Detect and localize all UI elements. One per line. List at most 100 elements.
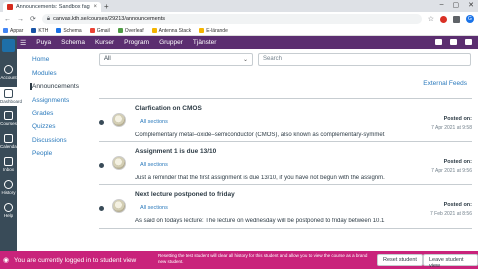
minimize-icon[interactable]: – <box>440 1 444 9</box>
history-icon <box>4 180 13 189</box>
course-bar-kurser[interactable]: Kurser <box>91 39 118 46</box>
announcement-title[interactable]: Assignment 1 is due 13/10 <box>135 148 216 155</box>
antenna-icon <box>151 28 157 33</box>
author-avatar <box>112 156 126 170</box>
global-nav-calendar[interactable]: Calendar <box>0 134 18 149</box>
hamburger-menu-icon[interactable]: ☰ <box>20 39 26 47</box>
kth-logo-icon[interactable] <box>2 39 15 52</box>
account-icon <box>4 65 13 74</box>
course-bar-grupper[interactable]: Grupper <box>155 39 187 46</box>
course-nav-people[interactable]: People <box>32 150 52 157</box>
folder-icon <box>199 28 205 33</box>
url-field[interactable]: 🔒︎ canvas.kth.se/courses/29213/announcem… <box>41 14 422 24</box>
dashboard-icon <box>4 89 13 98</box>
bookmark-star-icon[interactable]: ☆ <box>428 15 434 23</box>
gmail-icon <box>89 28 95 33</box>
student-view-icon: ◉ <box>3 257 10 264</box>
announcement-section: All sections <box>140 205 168 211</box>
leave-student-view-button[interactable]: Leave student view <box>423 254 478 269</box>
announcement-item[interactable]: Next lecture postponed to friday All sec… <box>99 184 472 229</box>
posted-date: 7 Feb 2021 at 8:56 <box>430 211 472 217</box>
reload-icon[interactable]: ⟳ <box>30 15 36 23</box>
calendar-icon <box>4 134 13 143</box>
reset-note: Resetting the test student will clear al… <box>158 253 368 264</box>
global-nav-help[interactable]: Help <box>0 203 17 218</box>
chevron-down-icon: ⌄ <box>242 57 248 63</box>
posted-label: Posted on: <box>443 202 472 208</box>
course-nav: Home Modules Announcements Assignments G… <box>17 49 92 249</box>
announcement-item[interactable]: Assignment 1 is due 13/10 All sections J… <box>99 141 472 184</box>
course-nav-discussions[interactable]: Discussions <box>32 137 67 144</box>
bookmark-gmail[interactable]: Gmail <box>89 28 110 34</box>
course-header-bar: ☰ Puya Schema Kurser Program Grupper Tjä… <box>17 36 478 49</box>
student-view-text: You are currently logged in to student v… <box>14 257 137 264</box>
extension-icon[interactable] <box>440 15 447 23</box>
announcement-item[interactable]: Clarfication on CMOS All sections Comple… <box>99 98 472 141</box>
course-bar-puya[interactable]: Puya <box>32 39 55 46</box>
filter-selected-value: All <box>104 56 111 62</box>
tab-title: Announcements: Sandbox fagh <box>16 4 91 10</box>
close-window-icon[interactable]: ✕ <box>468 1 474 9</box>
announcement-message: As said on todays lecture: The lecture o… <box>135 218 385 224</box>
external-feeds-link[interactable]: External Feeds <box>423 80 467 87</box>
browser-tab-bar: Announcements: Sandbox fagh × + – ▢ ✕ <box>0 0 478 12</box>
course-nav-grades[interactable]: Grades <box>32 110 53 117</box>
unread-indicator-icon <box>99 206 104 211</box>
notifications-icon[interactable] <box>450 39 457 45</box>
close-tab-icon[interactable]: × <box>93 4 97 10</box>
extension-icon[interactable] <box>453 15 460 23</box>
new-tab-icon[interactable]: + <box>104 2 109 11</box>
announcement-title[interactable]: Clarfication on CMOS <box>135 105 202 112</box>
course-bar-schema[interactable]: Schema <box>57 39 89 46</box>
announcement-message: Just a reminder that the first assignmen… <box>135 175 385 181</box>
window-controls: – ▢ ✕ <box>440 1 474 9</box>
bookmark-kth[interactable]: KTH <box>31 28 48 34</box>
bookmark-schema[interactable]: Schema <box>56 28 82 34</box>
search-input[interactable]: Search <box>258 53 471 66</box>
global-nav-dashboard[interactable]: Dashboard <box>0 87 22 106</box>
announcement-message: Complementary metal–oxide–semiconductor … <box>135 132 385 138</box>
lock-icon: 🔒︎ <box>46 15 51 22</box>
inbox-icon <box>4 157 13 166</box>
profile-avatar[interactable]: G <box>466 15 474 23</box>
posted-date: 7 Apr 2021 at 9:58 <box>431 125 472 131</box>
help-icon <box>4 203 13 212</box>
reset-student-button[interactable]: Reset student <box>377 254 423 266</box>
url-text: canvas.kth.se/courses/29213/announcement… <box>53 16 165 22</box>
student-view-bar: ◉ You are currently logged in to student… <box>0 251 478 269</box>
announcement-section: All sections <box>140 119 168 125</box>
course-nav-assignments[interactable]: Assignments <box>32 97 69 104</box>
bookmark-overleaf[interactable]: Overleaf <box>117 28 144 34</box>
announcement-section: All sections <box>140 162 168 168</box>
section-filter-select[interactable]: All ⌄ <box>99 53 253 66</box>
posted-date: 7 Apr 2021 at 9:56 <box>431 168 472 174</box>
posted-label: Posted on: <box>443 116 472 122</box>
global-nav-account[interactable]: Account <box>0 65 17 80</box>
global-nav-history[interactable]: History <box>0 180 17 195</box>
back-icon[interactable]: ← <box>4 16 11 23</box>
messages-icon[interactable] <box>435 39 442 45</box>
announcement-title[interactable]: Next lecture postponed to friday <box>135 191 235 198</box>
bookmark-antenna-stack[interactable]: Antenna Stack <box>151 28 191 34</box>
global-nav-courses[interactable]: Courses <box>0 111 17 126</box>
overleaf-icon <box>117 28 123 33</box>
bookmark-apps[interactable]: Appar <box>3 28 23 34</box>
maximize-icon[interactable]: ▢ <box>453 1 460 9</box>
course-nav-modules[interactable]: Modules <box>32 70 57 77</box>
bookmarks-bar: Appar KTH Schema Gmail Overleaf Antenna … <box>0 26 478 36</box>
course-bar-tjanster[interactable]: Tjänster <box>189 39 220 46</box>
course-nav-announcements[interactable]: Announcements <box>30 83 79 90</box>
unread-indicator-icon <box>99 163 104 168</box>
bookmark-e-larande[interactable]: E-lärande <box>199 28 228 34</box>
address-bar: ← → ⟳ 🔒︎ canvas.kth.se/courses/29213/ann… <box>0 12 478 26</box>
apps-icon <box>3 28 8 33</box>
course-bar-program[interactable]: Program <box>120 39 153 46</box>
logout-icon[interactable] <box>465 39 472 45</box>
course-nav-home[interactable]: Home <box>32 56 49 63</box>
unread-indicator-icon <box>99 120 104 125</box>
kth-icon <box>31 28 37 33</box>
forward-icon[interactable]: → <box>17 16 24 23</box>
global-nav-inbox[interactable]: Inbox <box>0 157 17 172</box>
browser-tab[interactable]: Announcements: Sandbox fagh × <box>3 2 101 12</box>
course-nav-quizzes[interactable]: Quizzes <box>32 123 55 130</box>
